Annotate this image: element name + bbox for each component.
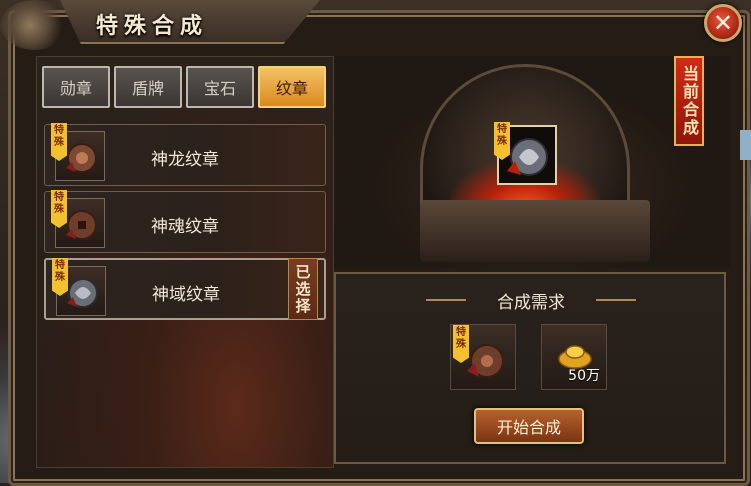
tab-emblem[interactable]: 纹章 [258,66,326,108]
tab-shield[interactable]: 盾牌 [114,66,182,108]
special-badge: 特殊 [51,190,67,228]
title-ornament-right [596,299,636,301]
special-badge: 特殊 [453,325,469,363]
material-slot[interactable]: 特殊 [450,324,516,390]
dialog-title: 特殊合成 [96,14,209,39]
selected-tag: 已选择 [288,258,318,320]
requirements-title: 合成需求 [497,293,565,313]
side-edge-decoration [740,130,751,160]
list-item-shenyu[interactable]: 特殊 神域纹章 已选择 [44,258,326,320]
dragon-ornament-icon [0,0,70,50]
special-badge: 特殊 [494,122,510,160]
title-ornament-left [426,299,466,301]
gold-amount: 50万 [568,368,600,384]
gold-cost-slot[interactable]: 50万 [541,324,607,390]
start-synthesis-button[interactable]: 开始合成 [474,408,584,444]
item-name: 神魂纹章 [151,217,219,237]
special-badge: 特殊 [52,258,68,296]
forge-pedestal [420,200,650,262]
current-synthesis-label: 当前合成 [674,56,704,146]
special-badge: 特殊 [51,123,67,161]
tab-gem[interactable]: 宝石 [186,66,254,108]
tab-medal[interactable]: 勋章 [42,66,110,108]
item-name: 神域纹章 [152,285,220,305]
list-item-shenlong[interactable]: 特殊 神龙纹章 [44,123,326,186]
list-item-shenhun[interactable]: 特殊 神魂纹章 [44,190,326,253]
close-button[interactable]: ✕ [704,4,742,42]
category-tabs: 勋章 盾牌 宝石 纹章 [42,66,326,108]
item-name: 神龙纹章 [151,150,219,170]
